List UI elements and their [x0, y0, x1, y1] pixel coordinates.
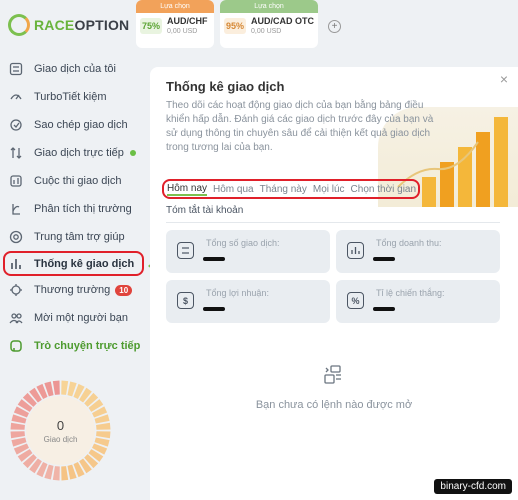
sidebar-item-label: Mời một người bạn [34, 312, 128, 324]
add-asset-button[interactable]: + [328, 20, 341, 33]
list-icon [177, 242, 194, 259]
empty-state-text: Bạn chưa có lệnh nào được mở [255, 399, 413, 411]
sidebar: RACEOPTION Giao dịch của tôi TurboTiết k… [0, 0, 154, 500]
sidebar-item-trading-contest[interactable]: Cuộc thi giao dịch [0, 167, 150, 195]
gauge-segment [96, 431, 111, 439]
live-dot [129, 150, 136, 156]
panel-title: Thống kê giao dịch [166, 79, 285, 94]
sidebar-item-label: Giao dịch trực tiếp [34, 147, 124, 159]
watermark: binary-cfd.com [434, 479, 512, 494]
notification-badge: 10 [115, 284, 133, 296]
asset-pair: AUD/CAD OTC [251, 16, 315, 26]
asset-bar: Lựa chọn 75% AUD/CHF 0,00 USD Lựa chọn 9… [136, 0, 341, 52]
sidebar-item-trading-stats[interactable]: Thống kê giao dịch [3, 251, 154, 276]
gauge-segment [52, 466, 60, 481]
contest-icon [8, 173, 24, 189]
sidebar-item-label: TurboTiết kiệm [34, 91, 107, 103]
close-icon[interactable]: × [500, 71, 508, 87]
sidebar-item-copy-trading[interactable]: Sao chép giao dịch [0, 111, 150, 139]
redacted-value [373, 307, 395, 311]
sidebar-item-live-trading[interactable]: Giao dịch trực tiếp [0, 139, 150, 167]
sidebar-item-turbo-savings[interactable]: TurboTiết kiệm [0, 83, 150, 111]
sidebar-item-market-analysis[interactable]: Phân tích thị trường [0, 195, 150, 223]
sidebar-menu: Giao dịch của tôi TurboTiết kiệm Sao ché… [0, 55, 154, 360]
asset-header: Lựa chọn [136, 0, 214, 13]
asset-amount: 0,00 USD [167, 28, 198, 35]
logo-text-race: RACE [34, 17, 75, 33]
trading-stats-panel: × Thống kê giao dịch Theo dõi các hoạt đ… [150, 67, 518, 500]
stat-label: Tổng lợi nhuận: [206, 288, 269, 298]
sidebar-item-label: Thống kê giao dịch [34, 257, 135, 270]
gauge-segment [96, 422, 111, 430]
gauge-segment [10, 422, 25, 430]
stat-total-trades: Tổng số giao dịch: [166, 230, 330, 273]
gauge-segment [10, 431, 25, 439]
tab-today[interactable]: Hôm nay [167, 183, 208, 196]
empty-orders-icon [322, 364, 344, 386]
stat-total-revenue: Tổng doanh thu: [336, 230, 500, 273]
sidebar-item-label: Thương trường [34, 284, 111, 296]
period-tabs: Hôm nay Hôm qua Tháng này Mọi lúc Chọn t… [162, 179, 420, 199]
gauge-center: 0 Giao dịch [26, 396, 95, 465]
asset-header: Lựa chọn [220, 0, 318, 13]
gauge-segment [61, 466, 69, 481]
turbo-icon [8, 89, 24, 105]
copy-icon [8, 117, 24, 133]
stat-win-rate: % Tỉ lệ chiến thắng: [336, 280, 500, 323]
asset-amount: 0,00 USD [251, 28, 282, 35]
panel-description: Theo dõi các hoạt động giao dịch của bạn… [166, 100, 434, 153]
gauge-label: Giao dịch [43, 434, 78, 444]
asset-pair: AUD/CHF [167, 16, 208, 26]
stat-label: Tổng doanh thu: [376, 238, 442, 248]
asset-card-aud-cad-otc[interactable]: Lựa chọn 95% AUD/CAD OTC 0,00 USD [220, 0, 318, 48]
sidebar-item-label: Sao chép giao dịch [34, 119, 128, 131]
sidebar-item-my-trades[interactable]: Giao dịch của tôi [0, 55, 150, 83]
stat-label: Tỉ lệ chiến thắng: [376, 288, 445, 298]
sidebar-item-label: Phân tích thị trường [34, 203, 132, 215]
sidebar-item-label: Trung tâm trợ giúp [34, 231, 125, 243]
logo-text-option: OPTION [74, 17, 130, 33]
dollar-icon: $ [177, 292, 194, 309]
asset-card-aud-chf[interactable]: Lựa chọn 75% AUD/CHF 0,00 USD [136, 0, 214, 48]
market-icon [8, 282, 24, 298]
logo[interactable]: RACEOPTION [8, 14, 129, 36]
chat-icon [8, 338, 24, 354]
sidebar-item-live-chat[interactable]: Trò chuyện trực tiếp [0, 332, 150, 360]
account-summary-title: Tóm tắt tài khoản [166, 205, 244, 216]
trades-gauge: 0 Giao dịch [8, 378, 113, 483]
sidebar-item-invite-friend[interactable]: Mời một người bạn [0, 304, 150, 332]
sidebar-item-label: Trò chuyện trực tiếp [34, 340, 141, 352]
percent-icon: % [347, 292, 364, 309]
sidebar-item-label: Giao dịch của tôi [34, 63, 116, 75]
gauge-segment [52, 380, 60, 395]
stat-total-profit: $ Tổng lợi nhuận: [166, 280, 330, 323]
bar-chart-icon [347, 242, 364, 259]
divider [166, 222, 500, 223]
tab-custom-range[interactable]: Chọn thời gian [351, 184, 417, 195]
invite-icon [8, 310, 24, 326]
trades-icon [8, 61, 24, 77]
redacted-value [203, 307, 225, 311]
sidebar-item-marketplace[interactable]: Thương trường 10 [0, 276, 150, 304]
logo-icon [8, 14, 30, 36]
analysis-icon [8, 201, 24, 217]
sidebar-item-label: Cuộc thi giao dịch [34, 175, 122, 187]
asset-payout: 75% [140, 17, 163, 34]
redacted-value [373, 257, 395, 261]
tab-all-time[interactable]: Mọi lúc [313, 184, 345, 195]
redacted-value [203, 257, 225, 261]
stat-label: Tổng số giao dịch: [206, 238, 280, 248]
asset-payout: 95% [224, 17, 247, 34]
help-icon [8, 229, 24, 245]
sidebar-item-help-center[interactable]: Trung tâm trợ giúp [0, 223, 150, 251]
live-icon [8, 145, 24, 161]
tab-yesterday[interactable]: Hôm qua [213, 184, 254, 195]
stats-icon [8, 256, 24, 272]
gauge-segment [61, 380, 69, 395]
gauge-value: 0 [56, 417, 65, 433]
tab-this-month[interactable]: Tháng này [260, 184, 307, 195]
